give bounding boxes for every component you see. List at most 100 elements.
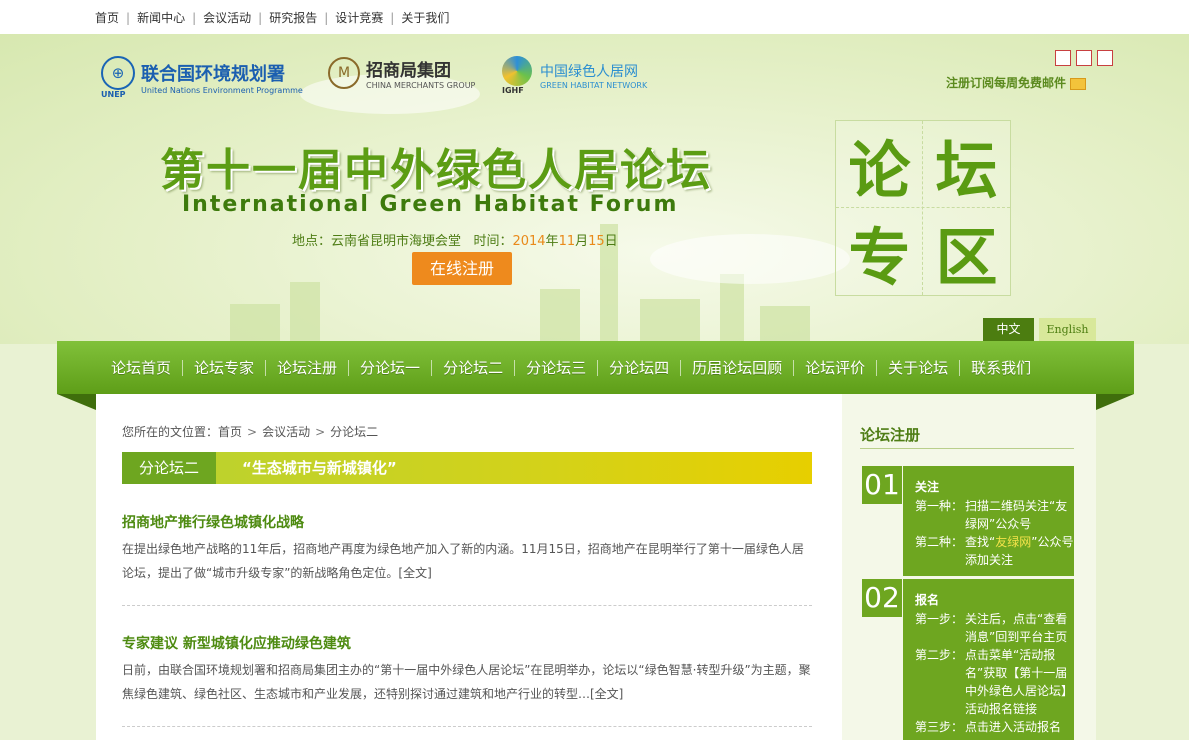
nav-forum-experts[interactable]: 论坛专家	[183, 357, 265, 378]
step-row: 第三步： 点击进入活动报名	[915, 718, 1074, 736]
top-nav-about[interactable]: 关于我们	[401, 11, 449, 25]
calligraphy-char: 坛	[935, 133, 998, 207]
step-row-label: 第一种：	[915, 499, 964, 513]
nav-subforum-3[interactable]: 分论坛三	[515, 357, 597, 378]
top-nav-events[interactable]: 会议活动	[203, 11, 251, 25]
forum-zone-calligraphy: 论 坛 专 区	[835, 120, 1011, 296]
weibo-icon[interactable]	[1055, 50, 1071, 66]
day-unit: 日	[604, 234, 618, 249]
article-divider	[122, 726, 812, 727]
top-nav-separator: |	[258, 11, 263, 25]
ghn-name-en: GREEN HABITAT NETWORK	[540, 81, 648, 90]
step-row-label: 第二种：	[915, 535, 964, 549]
breadcrumb-separator: >	[315, 425, 326, 439]
green-habitat-network-logo: IGHF 中国绿色人居网 GREEN HABITAT NETWORK	[502, 56, 647, 95]
breadcrumb-home[interactable]: 首页	[218, 425, 242, 439]
step-box-signup: 报名 第一步： 关注后，点击“查看消息”回到平台主页 第二步： 点击菜单“活动报…	[903, 579, 1074, 740]
nav-about-forum[interactable]: 关于论坛	[877, 357, 959, 378]
un-emblem-icon: ⊕	[101, 56, 135, 90]
step-row: 第一步： 关注后，点击“查看消息”回到平台主页	[915, 610, 1074, 646]
place-value: 云南省昆明市海埂会堂	[331, 234, 462, 249]
top-nav-reports[interactable]: 研究报告	[269, 11, 317, 25]
calligraphy-char: 专	[848, 220, 911, 294]
unep-logo: ⊕ UNEP 联合国环境规划署 United Nations Environme…	[101, 56, 303, 99]
sidebar-title: 论坛注册	[860, 426, 921, 444]
step-title: 报名	[915, 593, 940, 607]
nav-forum-reviews[interactable]: 论坛评价	[794, 357, 876, 378]
top-nav-separator: |	[324, 11, 329, 25]
nav-subforum-4[interactable]: 分论坛四	[598, 357, 680, 378]
calligraphy-char: 论	[848, 133, 911, 207]
step-row-value: 点击菜单“活动报名”获取【第十一届中外绿色人居论坛】活动报名链接	[965, 648, 1074, 716]
top-nav-links: 首页 | 新闻中心 | 会议活动 | 研究报告 | 设计竞赛 | 关于我们	[95, 9, 449, 26]
breadcrumb-current[interactable]: 分论坛二	[330, 425, 378, 439]
skyline-decoration	[760, 306, 810, 344]
subscribe-link[interactable]: 注册订阅每周免费邮件	[946, 74, 1087, 91]
article-summary: 在提出绿色地产战略的11年后，招商地产再度为绿色地产加入了新的内涵。11月15日…	[122, 542, 804, 580]
step-row: 第二步： 点击菜单“活动报名”获取【第十一届中外绿色人居论坛】活动报名链接	[915, 646, 1074, 718]
china-merchants-logo: M 招商局集团 CHINA MERCHANTS GROUP	[328, 56, 475, 90]
top-navigation: 首页 | 新闻中心 | 会议活动 | 研究报告 | 设计竞赛 | 关于我们	[0, 0, 1189, 34]
skyline-decoration	[230, 304, 280, 344]
step-row-value: 查找“友绿网”公众号添加关注	[965, 533, 1074, 569]
language-english-button[interactable]: English	[1039, 318, 1096, 341]
highlight-youlv: 友绿网	[995, 535, 1032, 549]
step-row-value: 扫描二维码关注“友绿网”公众号	[965, 499, 1068, 531]
forum-title-en: International Green Habitat Forum	[182, 192, 679, 217]
section-tab: 分论坛二	[122, 452, 216, 484]
article-divider	[122, 605, 812, 606]
top-nav-home[interactable]: 首页	[95, 11, 119, 25]
section-banner	[122, 452, 812, 484]
ribbon-fold-right	[1096, 394, 1134, 410]
top-nav-separator: |	[390, 11, 395, 25]
unep-abbr: UNEP	[101, 90, 126, 99]
step-row-value-pre: 查找“	[965, 535, 996, 549]
step-row-value: 点击进入活动报名	[965, 720, 1062, 734]
nav-subforum-1[interactable]: 分论坛一	[349, 357, 431, 378]
ghn-name-cn: 中国绿色人居网	[540, 64, 638, 80]
forum-title-cn: 第十一届中外绿色人居论坛	[160, 145, 712, 196]
nav-subforum-2[interactable]: 分论坛二	[432, 357, 514, 378]
nav-contact-us[interactable]: 联系我们	[960, 357, 1042, 378]
step-row: 第一种： 扫描二维码关注“友绿网”公众号	[915, 497, 1074, 533]
step-number: 02	[862, 579, 902, 617]
breadcrumb-events[interactable]: 会议活动	[262, 425, 310, 439]
skyline-decoration	[640, 299, 700, 344]
step-number: 01	[862, 466, 902, 504]
breadcrumb-separator: >	[247, 425, 258, 439]
share-icon[interactable]	[1076, 50, 1092, 66]
ghn-emblem-icon	[502, 56, 532, 86]
step-row-label: 第一步：	[915, 612, 964, 626]
section-topic: “生态城市与新城镇化”	[242, 459, 397, 477]
unep-name-cn: 联合国环境规划署	[141, 64, 285, 85]
article-title[interactable]: 专家建议 新型城镇化应推动绿色建筑	[122, 633, 351, 653]
top-nav-news[interactable]: 新闻中心	[137, 11, 185, 25]
cm-name-cn: 招商局集团	[366, 61, 451, 81]
nav-past-forums[interactable]: 历届论坛回顾	[681, 357, 793, 378]
ribbon-fold-left	[57, 394, 96, 410]
language-chinese-button[interactable]: 中文	[983, 318, 1034, 341]
sidebar-divider	[860, 448, 1074, 449]
nav-forum-register[interactable]: 论坛注册	[266, 357, 348, 378]
step-box-follow: 关注 第一种： 扫描二维码关注“友绿网”公众号 第二种： 查找“友绿网”公众号添…	[903, 466, 1074, 576]
cm-name-en: CHINA MERCHANTS GROUP	[366, 81, 476, 90]
day-value: 15	[588, 234, 605, 249]
forum-info: 地点：云南省昆明市海埂会堂 时间：2014年11月15日	[292, 230, 618, 249]
nav-forum-home[interactable]: 论坛首页	[100, 357, 182, 378]
skyline-decoration	[720, 274, 744, 344]
step-row: 第二种： 查找“友绿网”公众号添加关注	[915, 533, 1074, 569]
online-register-button[interactable]: 在线注册	[412, 252, 512, 285]
rss-icon[interactable]	[1097, 50, 1113, 66]
breadcrumb-prefix: 您所在的文位置：	[122, 425, 219, 439]
top-nav-competition[interactable]: 设计竞赛	[335, 11, 383, 25]
subscribe-label: 注册订阅每周免费邮件	[946, 76, 1067, 90]
top-nav-separator: |	[126, 11, 131, 25]
month-unit: 月	[575, 234, 589, 249]
place-label: 地点：	[292, 234, 332, 249]
article-summary: 日前，由联合国环境规划署和招商局集团主办的“第十一届中外绿色人居论坛”在昆明举办…	[122, 663, 811, 701]
article-title[interactable]: 招商地产推行绿色城镇化战略	[122, 512, 304, 532]
main-navigation: 论坛首页 论坛专家 论坛注册 分论坛一 分论坛二 分论坛三 分论坛四 历届论坛回…	[57, 341, 1134, 394]
china-merchants-emblem-icon: M	[328, 57, 360, 89]
step-row-label: 第二步：	[915, 648, 964, 662]
month-value: 11	[558, 234, 576, 249]
